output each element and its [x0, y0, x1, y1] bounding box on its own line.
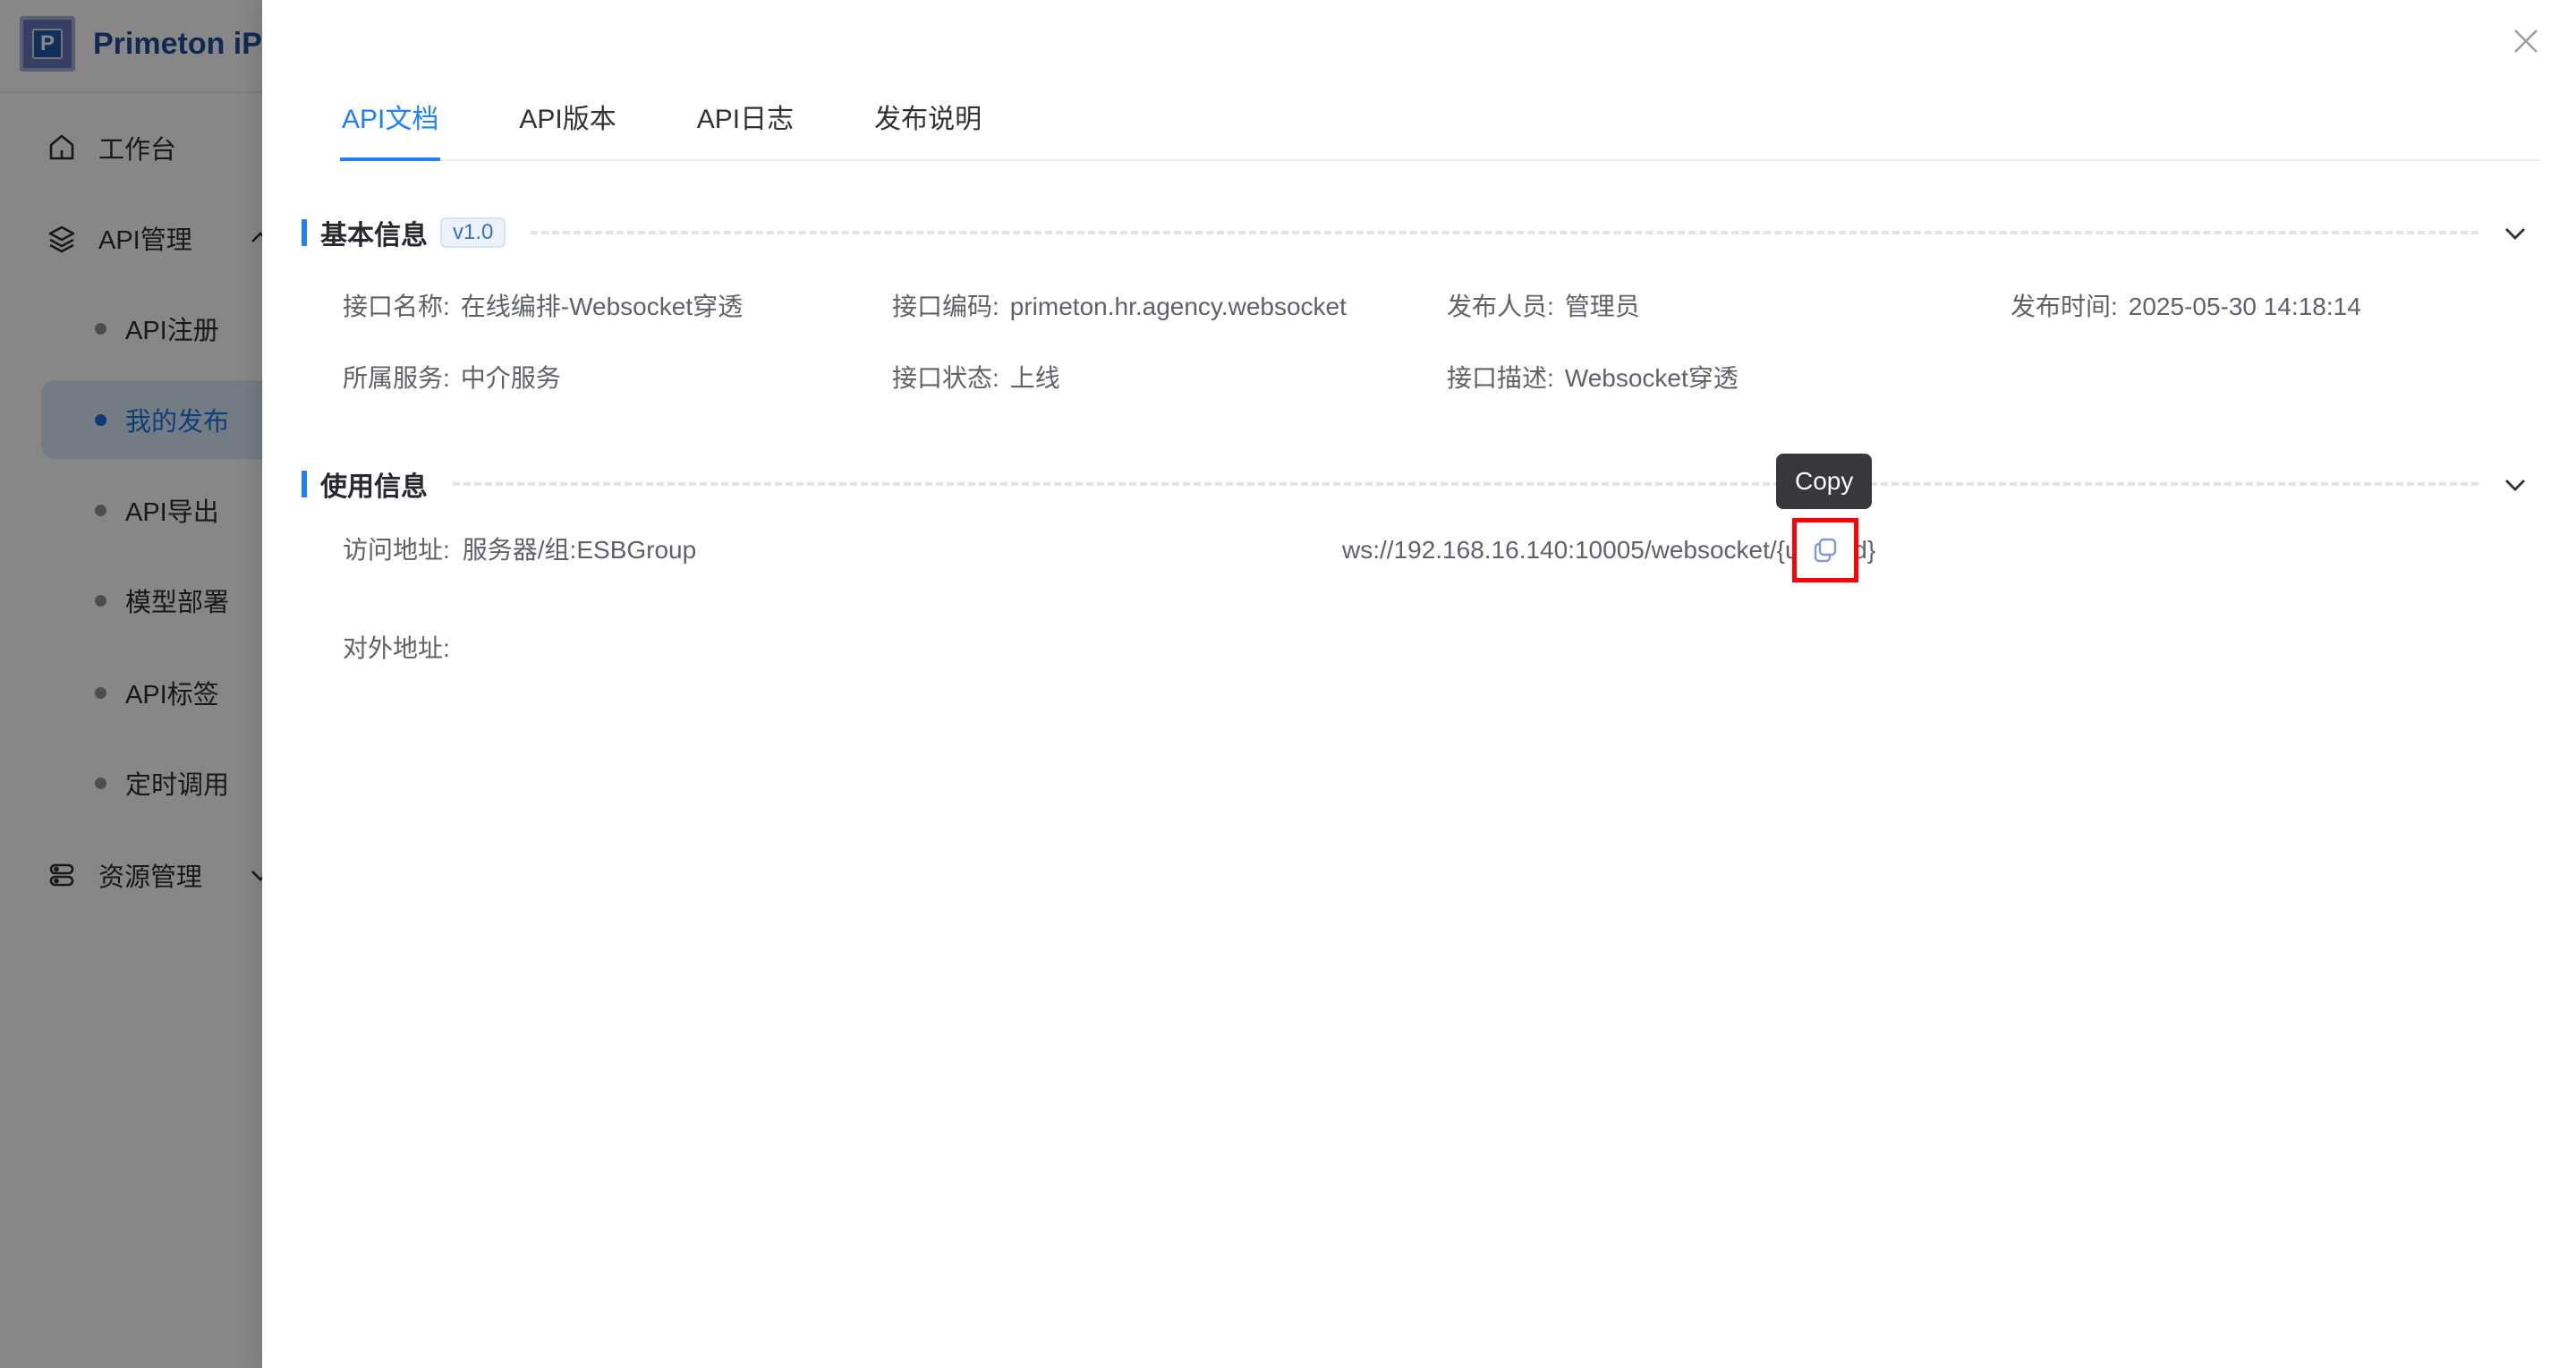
tab-bar: API文档 API版本 API日志 发布说明: [340, 97, 2541, 161]
usage-info-section-header: 使用信息: [302, 469, 2541, 499]
tab-api-log[interactable]: API日志: [695, 97, 795, 161]
usage-info-body: 访问地址: 服务器/组:ESBGroup ws://192.168.16.140…: [343, 518, 2540, 733]
section-accent-bar: [302, 471, 307, 497]
copy-icon: [1811, 536, 1840, 565]
dashed-divider: [453, 482, 2478, 486]
field-service: 所属服务: 中介服务: [343, 362, 892, 395]
field-api-status: 接口状态: 上线: [892, 362, 1447, 395]
field-publisher: 发布人员: 管理员: [1447, 291, 2011, 323]
dashed-divider: [531, 231, 2478, 234]
section-accent-bar: [302, 219, 307, 246]
tab-api-document[interactable]: API文档: [340, 97, 440, 161]
field-api-name: 接口名称: 在线编排-Websocket穿透: [343, 291, 892, 323]
chevron-down-icon[interactable]: [2502, 219, 2529, 246]
basic-info-section-header: 基本信息 v1.0: [302, 217, 2541, 248]
chevron-down-icon[interactable]: [2502, 471, 2529, 497]
copy-tooltip: Copy: [1776, 454, 1872, 509]
section-title: 基本信息: [320, 213, 428, 252]
version-badge: v1.0: [440, 217, 506, 248]
field-api-code: 接口编码: primeton.hr.agency.websocket: [892, 291, 1447, 323]
field-api-description: 接口描述: Websocket穿透: [1447, 362, 2011, 395]
field-publish-time: 发布时间: 2025-05-30 14:18:14: [2011, 291, 2540, 323]
copy-button-highlight[interactable]: [1792, 518, 1858, 582]
tab-release-notes[interactable]: 发布说明: [872, 97, 983, 161]
close-icon[interactable]: [2504, 20, 2547, 63]
section-title: 使用信息: [320, 464, 428, 504]
access-address-row: 访问地址: 服务器/组:ESBGroup: [343, 534, 696, 566]
tab-api-version[interactable]: API版本: [517, 97, 617, 161]
external-address-row: 对外地址:: [343, 633, 463, 665]
api-detail-drawer: API文档 API版本 API日志 发布说明 基本信息 v1.0 接口名称: 在…: [262, 0, 2576, 1368]
basic-info-fields: 接口名称: 在线编排-Websocket穿透 接口编码: primeton.hr…: [343, 291, 2540, 395]
